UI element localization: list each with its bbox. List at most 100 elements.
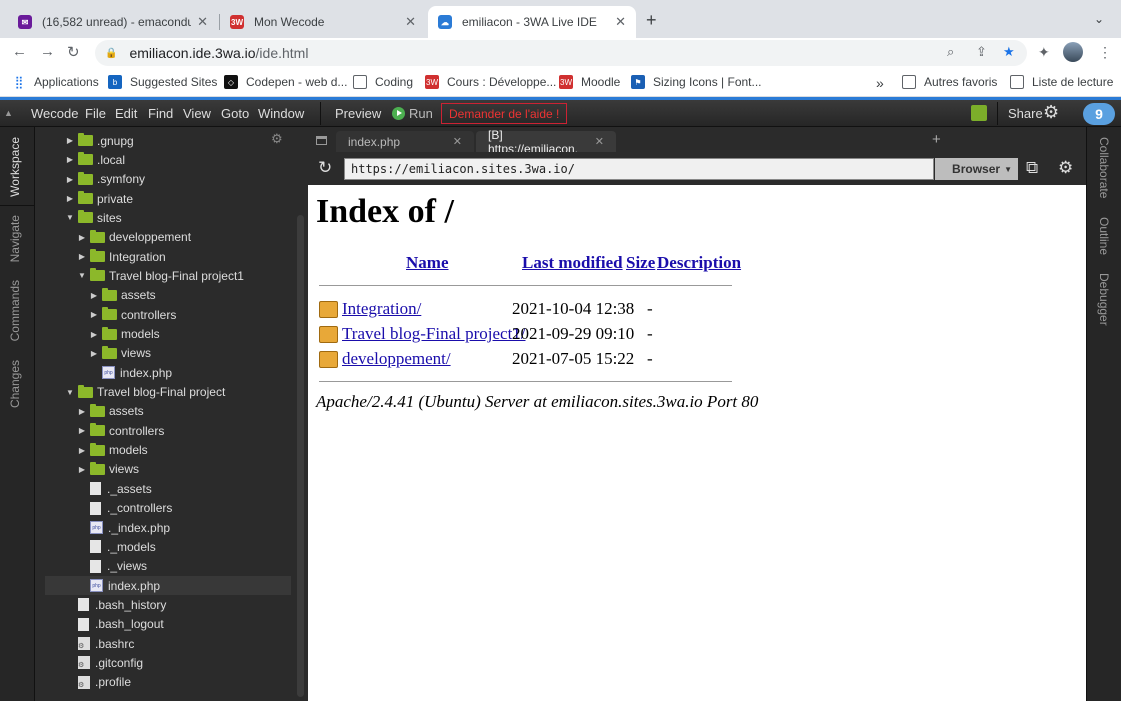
tree-file[interactable]: ._controllers — [90, 499, 172, 518]
bookmark-cours[interactable]: 3W Cours : Développe... — [425, 75, 556, 89]
chevron-right-icon[interactable]: ▶ — [65, 175, 75, 184]
tree-scrollbar[interactable] — [294, 127, 308, 701]
chevron-down-icon[interactable]: ▼ — [65, 388, 75, 397]
tree-file[interactable]: php index.php — [102, 363, 172, 382]
tree-folder[interactable]: ▶ views — [77, 460, 139, 479]
chevron-right-icon[interactable]: ▶ — [65, 194, 75, 203]
tree-folder[interactable]: ▶ models — [77, 441, 148, 460]
menu-window[interactable]: Window — [258, 106, 304, 121]
chevron-down-icon[interactable]: ▼ — [77, 271, 87, 280]
close-icon[interactable]: ✕ — [595, 135, 604, 148]
share-button[interactable]: Share — [1008, 106, 1043, 121]
close-icon[interactable]: ✕ — [197, 14, 208, 30]
tree-folder[interactable]: ▶ .gnupg — [65, 131, 134, 150]
new-tab-icon[interactable]: + — [646, 10, 657, 31]
tree-file[interactable]: ⚙ .gitconfig — [78, 653, 143, 672]
bookmark-codepen[interactable]: ◇ Codepen - web d... — [224, 75, 347, 89]
address-bar[interactable]: 🔒 emiliacon.ide.3wa.io/ide.html ⌕ ⇪ ★ — [95, 40, 1027, 66]
chevron-right-icon[interactable]: ▶ — [89, 330, 99, 339]
share-icon[interactable]: ⇪ — [976, 44, 987, 60]
extensions-icon[interactable]: ✦ — [1038, 44, 1050, 61]
add-tab-icon[interactable]: + — [932, 131, 941, 148]
bookmark-moodle[interactable]: 3W Moodle — [559, 75, 620, 89]
chevron-right-icon[interactable]: ▶ — [77, 446, 87, 455]
tree-file[interactable]: ._views — [90, 557, 147, 576]
column-size[interactable]: Size — [626, 253, 655, 273]
preview-button[interactable]: Preview — [335, 106, 381, 121]
tab-index-php[interactable]: index.php ✕ — [336, 131, 474, 152]
tree-folder[interactable]: ▼ sites — [65, 208, 122, 227]
forward-icon[interactable]: → — [40, 43, 55, 60]
tab-navigate[interactable]: Navigate — [8, 215, 22, 262]
avatar[interactable] — [1063, 42, 1083, 62]
gear-icon[interactable]: ⚙ — [271, 131, 283, 147]
browser-tab-gmail[interactable]: ✉ (16,582 unread) - emaconduletk ✕ — [8, 6, 218, 38]
panel-icon[interactable] — [316, 136, 327, 145]
popout-icon[interactable]: ⧉ — [1026, 158, 1038, 178]
tab-changes[interactable]: Changes — [8, 360, 22, 408]
tree-folder[interactable]: ▶ views — [89, 344, 151, 363]
tree-folder[interactable]: ▶ assets — [77, 402, 144, 421]
tree-folder[interactable]: ▼ Travel blog-Final project — [65, 383, 225, 402]
help-button[interactable]: Demander de l'aide ! — [441, 103, 568, 124]
chevron-right-icon[interactable]: ▶ — [89, 349, 99, 358]
chevron-right-icon[interactable]: ▶ — [77, 252, 87, 261]
column-name[interactable]: Name — [406, 253, 448, 273]
scrollbar-thumb[interactable] — [297, 215, 304, 697]
tree-folder[interactable]: ▶ controllers — [89, 305, 176, 324]
menu-wecode[interactable]: Wecode — [31, 106, 78, 121]
chevron-down-icon[interactable]: ⌄ — [1094, 12, 1104, 26]
tree-folder[interactable]: ▶ .local — [65, 150, 125, 169]
tree-file[interactable]: ⚙ .profile — [78, 673, 131, 692]
menu-goto[interactable]: Goto — [221, 106, 249, 121]
tab-collaborate[interactable]: Collaborate — [1097, 137, 1111, 198]
bookmark-sizing-icons[interactable]: ⚑ Sizing Icons | Font... — [631, 75, 762, 89]
tree-file[interactable]: .bash_history — [78, 595, 166, 614]
chevron-right-icon[interactable]: ▶ — [65, 136, 75, 145]
back-icon[interactable]: ← — [12, 43, 27, 60]
tree-file[interactable]: .bash_logout — [78, 615, 164, 634]
bookmark-applications[interactable]: ⣿ Applications — [12, 75, 99, 89]
gear-icon[interactable]: ⚙ — [1058, 158, 1073, 178]
tab-outline[interactable]: Outline — [1097, 217, 1111, 255]
close-icon[interactable]: ✕ — [405, 14, 416, 30]
menu-file[interactable]: File — [85, 106, 106, 121]
column-last-modified[interactable]: Last modified — [522, 253, 623, 273]
menu-icon[interactable]: ⋮ — [1098, 44, 1112, 61]
tree-folder[interactable]: ▶ .symfony — [65, 170, 145, 189]
tree-folder[interactable]: ▶ models — [89, 325, 160, 344]
tab-commands[interactable]: Commands — [8, 280, 22, 341]
tree-folder[interactable]: ▶ private — [65, 189, 133, 208]
bookmark-coding[interactable]: Coding — [353, 75, 413, 89]
menu-view[interactable]: View — [183, 106, 211, 121]
browser-select[interactable]: Browser ▼ — [935, 158, 1018, 180]
tree-folder[interactable]: ▶ assets — [89, 286, 156, 305]
column-description[interactable]: Description — [657, 253, 741, 273]
tree-file[interactable]: ._assets — [90, 479, 152, 498]
menu-find[interactable]: Find — [148, 106, 173, 121]
reload-icon[interactable]: ↻ — [318, 158, 332, 178]
tree-folder[interactable]: ▶ developpement — [77, 228, 191, 247]
bookmarks-overflow-icon[interactable]: » — [876, 75, 884, 91]
star-icon[interactable]: ★ — [1003, 44, 1015, 60]
browser-tab-wecode[interactable]: 3W Mon Wecode ✕ — [220, 6, 426, 38]
tree-folder[interactable]: ▶ controllers — [77, 421, 164, 440]
tree-folder[interactable]: ▶ Integration — [77, 247, 166, 266]
tree-file[interactable]: php ._index.php — [90, 518, 170, 537]
browser-tab-ide[interactable]: ☁ emiliacon - 3WA Live IDE ✕ — [428, 6, 636, 38]
cloud9-logo-icon[interactable]: 9 — [1083, 103, 1115, 125]
chevron-right-icon[interactable]: ▶ — [77, 426, 87, 435]
chevron-right-icon[interactable]: ▶ — [65, 155, 75, 164]
reload-icon[interactable]: ↻ — [67, 43, 80, 61]
reading-list[interactable]: Liste de lecture — [1010, 75, 1113, 89]
tab-workspace[interactable]: Workspace — [8, 137, 22, 197]
run-button[interactable]: Run — [392, 106, 433, 121]
bookmark-other-favorites[interactable]: Autres favoris — [902, 75, 997, 89]
chevron-right-icon[interactable]: ▶ — [77, 407, 87, 416]
chevron-right-icon[interactable]: ▶ — [77, 233, 87, 242]
chevron-down-icon[interactable]: ▼ — [65, 213, 75, 222]
tree-folder[interactable]: ▼ Travel blog-Final project1 — [77, 266, 244, 285]
collapse-icon[interactable]: ▲ — [4, 108, 13, 118]
close-icon[interactable]: ✕ — [453, 135, 462, 148]
dir-link[interactable]: developpement/ — [342, 349, 451, 369]
